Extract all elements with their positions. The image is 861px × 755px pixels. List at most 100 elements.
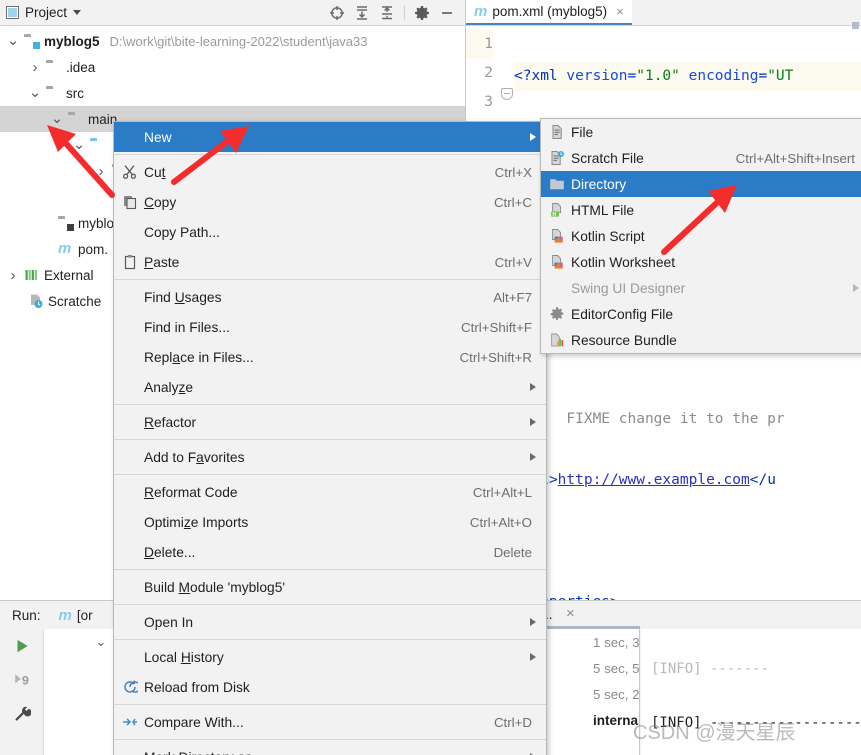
- menu-item-shortcut: Ctrl+Shift+F: [461, 319, 532, 335]
- menu-item-reformat-code[interactable]: Reformat Code Ctrl+Alt+L: [114, 477, 546, 507]
- menu-item-shortcut: Ctrl+Alt+O: [469, 514, 532, 530]
- menu-item-label: Find Usages: [144, 289, 222, 305]
- wrench-icon[interactable]: [13, 705, 32, 726]
- menu-item-mark-directory-as[interactable]: Mark Directory as: [114, 742, 546, 755]
- menu-item-build-module[interactable]: Build Module 'myblog5': [114, 572, 546, 602]
- menu-separator: [114, 704, 546, 705]
- maven-icon: m: [474, 3, 488, 20]
- tree-row[interactable]: src: [0, 80, 465, 106]
- menu-item-optimize-imports[interactable]: Optimize Imports Ctrl+Alt+O: [114, 507, 546, 537]
- folder-icon: [46, 59, 62, 75]
- menu-item-label: Copy: [144, 194, 177, 210]
- clipboard-icon: [120, 254, 140, 270]
- menu-item-shortcut: Ctrl+D: [493, 714, 532, 730]
- submenu-item-scratch-file[interactable]: Scratch File Ctrl+Alt+Shift+Insert: [541, 145, 861, 171]
- menu-item-label: Add to Favorites: [144, 449, 245, 465]
- chevron-right-icon[interactable]: [28, 59, 42, 76]
- menu-item-reload-from-disk[interactable]: Reload from Disk: [114, 672, 546, 702]
- submenu-item-kotlin-script[interactable]: Kotlin Script: [541, 223, 861, 249]
- run-duration: 5 sec, 598 ms: [593, 660, 640, 676]
- expand-all-icon[interactable]: [354, 5, 370, 21]
- submenu-item-directory[interactable]: Directory: [541, 171, 861, 197]
- submenu-item-label: HTML File: [571, 202, 635, 218]
- menu-separator: [114, 604, 546, 605]
- chevron-right-icon[interactable]: [94, 163, 108, 180]
- chevron-down-icon[interactable]: [50, 115, 64, 123]
- compare-icon: [120, 714, 140, 730]
- rerun-failed-icon[interactable]: 9: [13, 671, 31, 692]
- menu-item-paste[interactable]: Paste Ctrl+V: [114, 247, 546, 277]
- menu-separator: [114, 404, 546, 405]
- tree-item-path: D:\work\git\bite-learning-2022\student\j…: [109, 33, 368, 49]
- menu-item-label: Paste: [144, 254, 180, 270]
- menu-item-label: Build Module 'myblog5': [144, 579, 286, 595]
- gear-icon[interactable]: [414, 5, 430, 21]
- menu-item-local-history[interactable]: Local History: [114, 642, 546, 672]
- chevron-down-icon[interactable]: ⌄: [88, 634, 114, 650]
- scratch-file-icon: [547, 150, 567, 166]
- chevron-right-icon: [530, 453, 536, 461]
- chevron-right-icon: [530, 653, 536, 661]
- collapse-all-icon[interactable]: [379, 5, 395, 21]
- menu-item-label: Find in Files...: [144, 319, 230, 335]
- menu-item-copy[interactable]: Copy Ctrl+C: [114, 187, 546, 217]
- tree-row[interactable]: .idea: [0, 54, 465, 80]
- menu-separator: [114, 154, 546, 155]
- editor-tab-pom-xml[interactable]: m pom.xml (myblog5) ×: [466, 0, 632, 25]
- line-number: 2: [484, 65, 493, 81]
- submenu-item-shortcut: Ctrl+Alt+Shift+Insert: [735, 150, 855, 166]
- tree-item-label: External: [44, 267, 94, 283]
- run-tab[interactable]: m [or: [55, 601, 97, 629]
- menu-item-new[interactable]: New: [114, 122, 546, 152]
- close-icon[interactable]: ×: [616, 4, 624, 19]
- submenu-item-label: Scratch File: [571, 150, 644, 166]
- menu-item-label: Analyze: [144, 379, 194, 395]
- submenu-item-html-file[interactable]: H HTML File: [541, 197, 861, 223]
- maven-icon: m: [58, 240, 72, 257]
- menu-item-label: Reformat Code: [144, 484, 238, 500]
- locate-icon[interactable]: [329, 5, 345, 21]
- submenu-item-file[interactable]: File: [541, 119, 861, 145]
- tree-item-label: myblog5: [44, 33, 100, 49]
- tree-row[interactable]: myblog5 D:\work\git\bite-learning-2022\s…: [0, 28, 465, 54]
- menu-item-label: New: [144, 129, 172, 145]
- chevron-down-icon[interactable]: [28, 89, 42, 97]
- menu-item-compare-with[interactable]: Compare With... Ctrl+D: [114, 707, 546, 737]
- chevron-right-icon[interactable]: [6, 267, 20, 284]
- submenu-item-kotlin-worksheet[interactable]: Kotlin Worksheet: [541, 249, 861, 275]
- new-submenu[interactable]: File Scratch File Ctrl+Alt+Shift+Insert …: [540, 118, 861, 354]
- submenu-item-resource-bundle[interactable]: Resource Bundle: [541, 327, 861, 353]
- run-tab-label: [or: [76, 607, 93, 623]
- submenu-item-label: Directory: [571, 176, 627, 192]
- chevron-down-icon[interactable]: [73, 10, 82, 15]
- line-number: 1: [466, 30, 493, 59]
- minimize-icon[interactable]: [439, 5, 455, 21]
- menu-item-copy-path[interactable]: Copy Path...: [114, 217, 546, 247]
- kotlin-icon: [547, 228, 567, 244]
- menu-item-add-to-favorites[interactable]: Add to Favorites: [114, 442, 546, 472]
- run-icon[interactable]: [13, 637, 31, 658]
- menu-item-cut[interactable]: Cut Ctrl+X: [114, 157, 546, 187]
- menu-item-open-in[interactable]: Open In: [114, 607, 546, 637]
- menu-item-replace-in-files[interactable]: Replace in Files... Ctrl+Shift+R: [114, 342, 546, 372]
- menu-item-refactor[interactable]: Refactor: [114, 407, 546, 437]
- code-line: <properties>: [514, 588, 785, 600]
- context-menu[interactable]: New Cut Ctrl+X Copy Ctrl+C Copy Path...: [113, 121, 547, 755]
- chevron-right-icon: [530, 618, 536, 626]
- chevron-down-icon[interactable]: [6, 37, 20, 45]
- menu-item-find-usages[interactable]: Find Usages Alt+F7: [114, 282, 546, 312]
- menu-separator: [114, 474, 546, 475]
- fold-collapse-icon[interactable]: –: [501, 88, 513, 100]
- menu-item-find-in-files[interactable]: Find in Files... Ctrl+Shift+F: [114, 312, 546, 342]
- folder-icon: [46, 85, 62, 101]
- menu-item-label: Local History: [144, 649, 224, 665]
- project-panel-header: Project: [0, 0, 465, 26]
- chevron-down-icon[interactable]: [72, 141, 86, 149]
- chevron-right-icon: [530, 418, 536, 426]
- menu-item-delete[interactable]: Delete... Delete: [114, 537, 546, 567]
- submenu-item-editorconfig-file[interactable]: EditorConfig File: [541, 301, 861, 327]
- close-icon[interactable]: ×: [566, 605, 575, 622]
- menu-item-analyze[interactable]: Analyze: [114, 372, 546, 402]
- folder-icon: [68, 111, 84, 127]
